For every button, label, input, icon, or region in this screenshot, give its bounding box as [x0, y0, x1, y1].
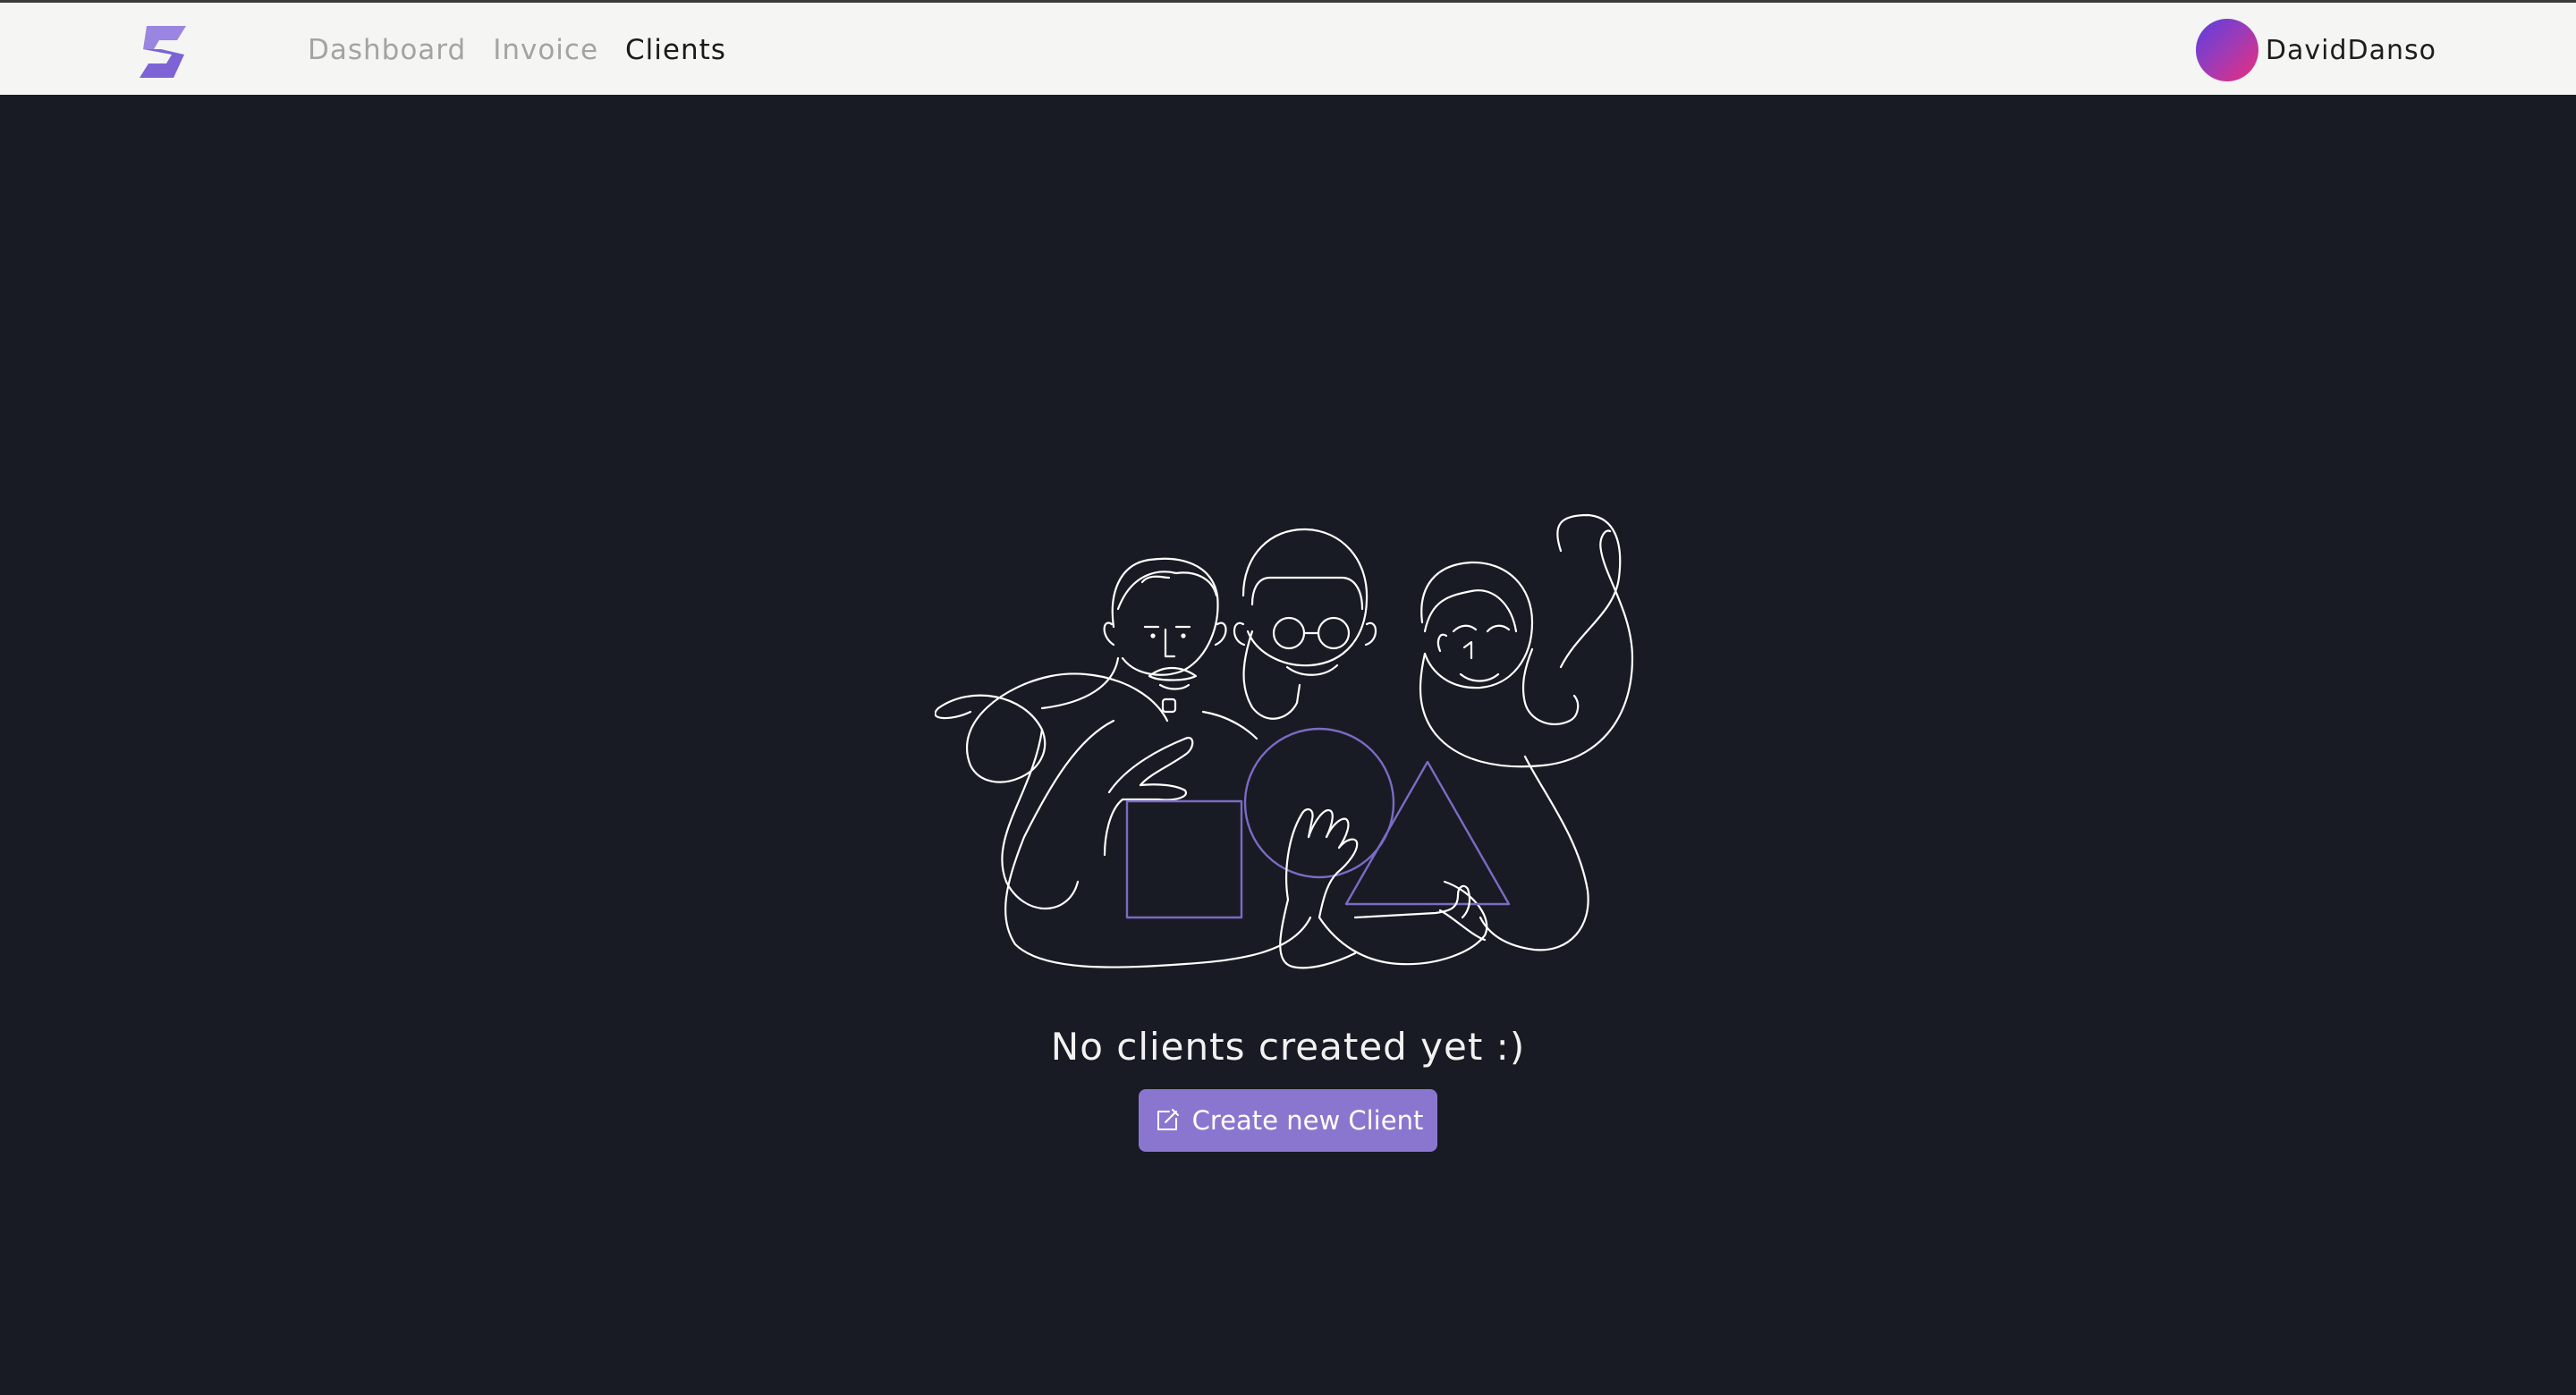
user-menu[interactable]: DavidDanso [2195, 3, 2436, 97]
nav-dashboard[interactable]: Dashboard [308, 34, 466, 66]
clients-page: No clients created yet :) Create new Cli… [0, 95, 2576, 1395]
brand-logo-icon[interactable] [134, 22, 193, 81]
username: DavidDanso [2265, 34, 2436, 66]
create-new-client-button[interactable]: Create new Client [1139, 1089, 1437, 1152]
nav-clients[interactable]: Clients [625, 34, 726, 66]
avatar[interactable] [2195, 19, 2258, 81]
edit-icon [1153, 1106, 1182, 1135]
main-nav: Dashboard Invoice Clients [308, 3, 753, 97]
people-illustration-icon [935, 513, 1634, 969]
top-navbar: Dashboard Invoice Clients DavidDanso [0, 0, 2576, 95]
create-button-label: Create new Client [1191, 1105, 1424, 1136]
empty-state-message: No clients created yet :) [1050, 1025, 1526, 1069]
nav-invoice[interactable]: Invoice [493, 34, 598, 66]
